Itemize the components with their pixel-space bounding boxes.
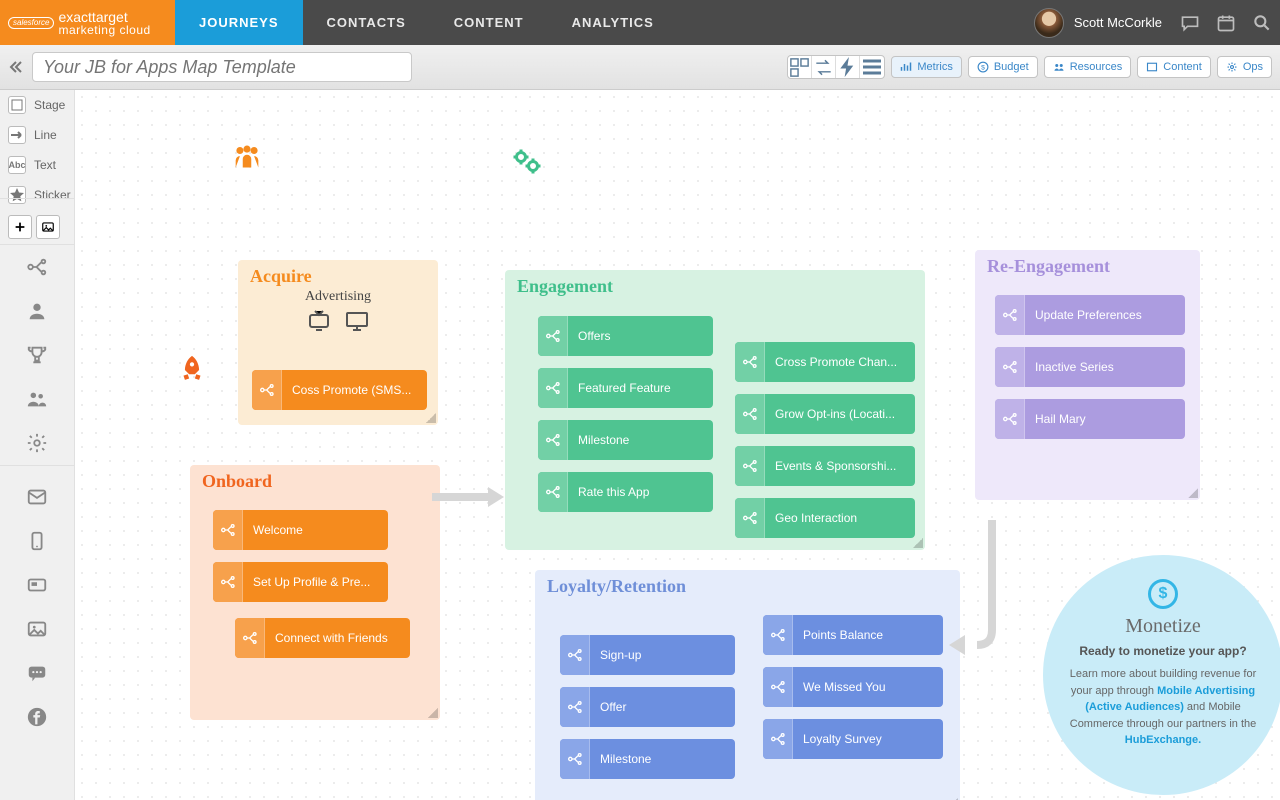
card-loy-r1[interactable]: We Missed You — [763, 667, 943, 707]
palette-add[interactable] — [8, 215, 32, 239]
toolbar: Metrics Budget Resources Content Ops — [0, 45, 1280, 90]
tv-icon — [305, 309, 333, 333]
card-eng-r2[interactable]: Events & Sponsorshi... — [735, 446, 915, 486]
pill-ops[interactable]: Ops — [1217, 56, 1272, 78]
left-sidebar: Stage Line AbcText Sticker — [0, 90, 75, 800]
canvas[interactable]: Acquire Advertising Coss Promote (SMS...… — [75, 90, 1280, 800]
chat-icon[interactable] — [1172, 0, 1208, 45]
arrow-onboard-engage — [430, 482, 510, 512]
card-eng-l0[interactable]: Offers — [538, 316, 713, 356]
card-eng-l2[interactable]: Milestone — [538, 420, 713, 460]
map-title-input[interactable] — [32, 52, 412, 82]
card-re-1[interactable]: Inactive Series — [995, 347, 1185, 387]
side-flow-icon[interactable] — [0, 245, 74, 289]
side-image-icon[interactable] — [0, 607, 74, 651]
card-eng-r1[interactable]: Grow Opt-ins (Locati... — [735, 394, 915, 434]
search-icon[interactable] — [1244, 0, 1280, 45]
card-loy-l1[interactable]: Offer — [560, 687, 735, 727]
card-acquire-0[interactable]: Coss Promote (SMS... — [252, 370, 427, 410]
view-list[interactable] — [860, 56, 884, 78]
calendar-icon[interactable] — [1208, 0, 1244, 45]
pill-metrics[interactable]: Metrics — [891, 56, 961, 78]
view-swap[interactable] — [812, 56, 836, 78]
card-loy-r2[interactable]: Loyalty Survey — [763, 719, 943, 759]
side-facebook-icon[interactable] — [0, 695, 74, 739]
nav-contacts[interactable]: CONTACTS — [303, 0, 430, 45]
side-card-icon[interactable] — [0, 563, 74, 607]
link-hubexchange[interactable]: HubExchange. — [1125, 734, 1201, 746]
resize-handle[interactable] — [1188, 488, 1198, 498]
palette-sticker[interactable]: Sticker — [0, 180, 74, 210]
view-bolt[interactable] — [836, 56, 860, 78]
card-loy-l2[interactable]: Milestone — [560, 739, 735, 779]
avatar — [1034, 8, 1064, 38]
card-onboard-2[interactable]: Connect with Friends — [235, 618, 410, 658]
resize-handle[interactable] — [426, 413, 436, 423]
card-eng-l1[interactable]: Featured Feature — [538, 368, 713, 408]
side-user-icon[interactable] — [0, 289, 74, 333]
pill-content[interactable]: Content — [1137, 56, 1211, 78]
card-eng-r0[interactable]: Cross Promote Chan... — [735, 342, 915, 382]
side-mail-icon[interactable] — [0, 475, 74, 519]
top-nav: salesforce exacttarget marketing cloud J… — [0, 0, 1280, 45]
card-re-2[interactable]: Hail Mary — [995, 399, 1185, 439]
palette-image[interactable] — [36, 215, 60, 239]
brand-logo[interactable]: salesforce exacttarget marketing cloud — [0, 0, 175, 45]
user-name: Scott McCorkle — [1074, 15, 1162, 30]
card-loy-r0[interactable]: Points Balance — [763, 615, 943, 655]
card-onboard-0[interactable]: Welcome — [213, 510, 388, 550]
resize-handle[interactable] — [428, 708, 438, 718]
card-re-0[interactable]: Update Preferences — [995, 295, 1185, 335]
side-device-icon[interactable] — [0, 519, 74, 563]
monitor-icon — [343, 309, 371, 333]
rocket-icon — [175, 350, 209, 395]
side-users-icon[interactable] — [0, 377, 74, 421]
card-eng-r3[interactable]: Geo Interaction — [735, 498, 915, 538]
user-menu[interactable]: Scott McCorkle — [1024, 0, 1172, 45]
side-message-icon[interactable] — [0, 651, 74, 695]
side-trophy-icon[interactable] — [0, 333, 74, 377]
card-onboard-1[interactable]: Set Up Profile & Pre... — [213, 562, 388, 602]
monetize-callout: $ Monetize Ready to monetize your app? L… — [1043, 555, 1280, 795]
salesforce-badge: salesforce — [8, 17, 54, 29]
pill-budget[interactable]: Budget — [968, 56, 1038, 78]
people-icon — [230, 142, 264, 181]
view-grid[interactable] — [788, 56, 812, 78]
nav-journeys[interactable]: JOURNEYS — [175, 0, 303, 45]
resize-handle[interactable] — [913, 538, 923, 548]
card-eng-l3[interactable]: Rate this App — [538, 472, 713, 512]
nav-analytics[interactable]: ANALYTICS — [548, 0, 678, 45]
coin-icon: $ — [1148, 579, 1178, 609]
nav-content[interactable]: CONTENT — [430, 0, 548, 45]
side-gear-icon[interactable] — [0, 421, 74, 465]
gears-icon — [507, 145, 547, 186]
view-toggle-group — [787, 55, 885, 79]
card-loy-l0[interactable]: Sign-up — [560, 635, 735, 675]
pill-resources[interactable]: Resources — [1044, 56, 1132, 78]
